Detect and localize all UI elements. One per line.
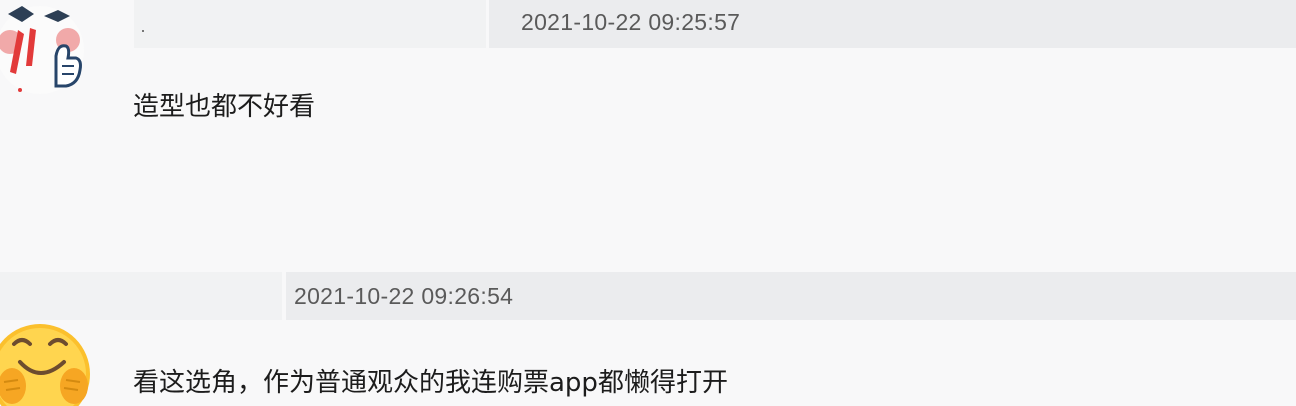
comment-body: 看这选角，作为普通观众的我连购票app都懒得打开: [133, 368, 728, 398]
user-avatar[interactable]: [0, 322, 96, 406]
smiling-emoji-avatar-icon: [0, 324, 90, 406]
comment-body: 造型也都不好看: [133, 92, 316, 122]
comment-timestamp: 2021-10-22 09:26:54: [294, 283, 514, 309]
comment-item: 2021-10-22 09:25:57 造型也都不好看: [0, 0, 1296, 272]
comment-item: 2021-10-22 09:26:54 看这选角，作为普通观众的我连购票app都…: [0, 272, 1296, 406]
comment-header-left: [0, 272, 282, 320]
separator-dot: [142, 30, 144, 32]
comment-header-left: [134, 0, 486, 48]
comment-timestamp: 2021-10-22 09:25:57: [521, 9, 741, 35]
comment-header: 2021-10-22 09:26:54: [286, 272, 1296, 320]
comment-header: 2021-10-22 09:25:57: [489, 0, 1296, 48]
thumbs-up-avatar-icon: [0, 6, 84, 94]
user-avatar[interactable]: [0, 0, 96, 98]
